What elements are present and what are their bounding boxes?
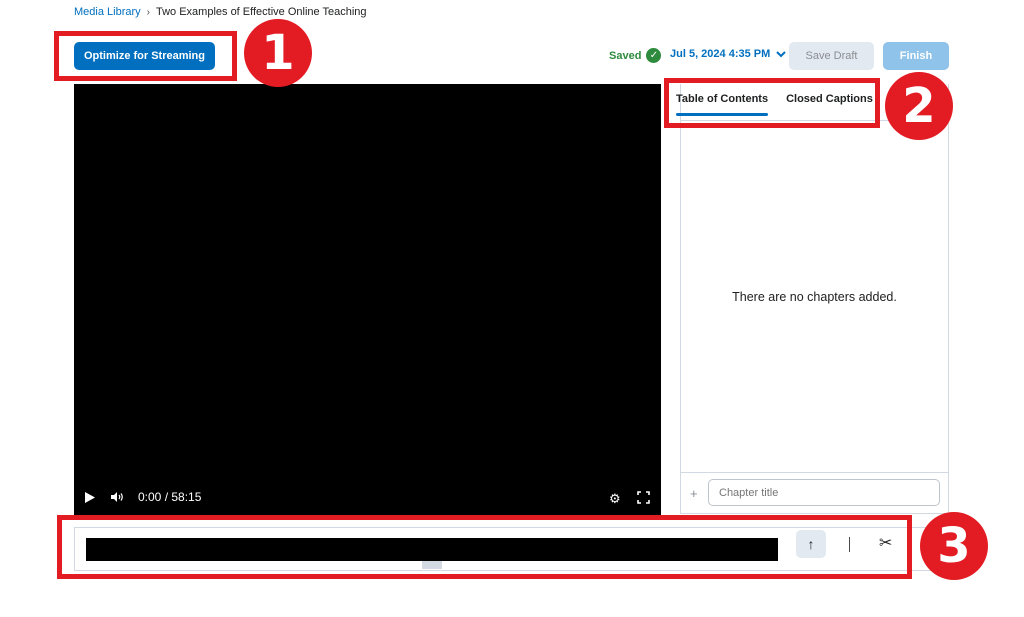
chapter-title-input[interactable] [708, 479, 940, 506]
fullscreen-icon[interactable] [636, 491, 650, 504]
video-player[interactable] [74, 84, 661, 515]
breadcrumb-media-library-link[interactable]: Media Library [74, 6, 141, 18]
settings-gear-icon[interactable]: ⚙ [609, 491, 621, 507]
annotation-badge-2: 2 [885, 72, 953, 140]
annotation-box-2 [664, 78, 880, 128]
saved-label: Saved [609, 49, 642, 62]
player-controls-right: ⚙ [609, 491, 650, 507]
add-chapter-plus-icon[interactable]: + [690, 486, 698, 501]
chevron-down-icon [776, 50, 786, 57]
saved-status: Saved ✓ [609, 48, 662, 63]
annotation-box-1 [54, 31, 237, 81]
breadcrumb-current: Two Examples of Effective Online Teachin… [155, 6, 367, 18]
play-icon[interactable] [84, 491, 96, 504]
annotation-badge-1: 1 [244, 19, 312, 87]
check-icon: ✓ [646, 48, 662, 63]
breadcrumb: Media Library › Two Examples of Effectiv… [74, 6, 367, 18]
annotation-badge-3: 3 [920, 512, 988, 580]
chapter-row-divider [680, 472, 949, 473]
annotation-box-3 [57, 515, 912, 579]
time-display: 0:00 / 58:15 [138, 490, 202, 504]
finish-button[interactable]: Finish [883, 42, 949, 70]
date-selector[interactable]: Jul 5, 2024 4:35 PM [670, 48, 786, 60]
breadcrumb-separator-icon: › [146, 6, 150, 18]
player-controls: 0:00 / 58:15 [84, 490, 201, 504]
volume-icon[interactable] [110, 491, 124, 503]
no-chapters-message: There are no chapters added. [732, 290, 897, 304]
date-label: Jul 5, 2024 4:35 PM [670, 48, 771, 60]
save-draft-button[interactable]: Save Draft [789, 42, 874, 70]
